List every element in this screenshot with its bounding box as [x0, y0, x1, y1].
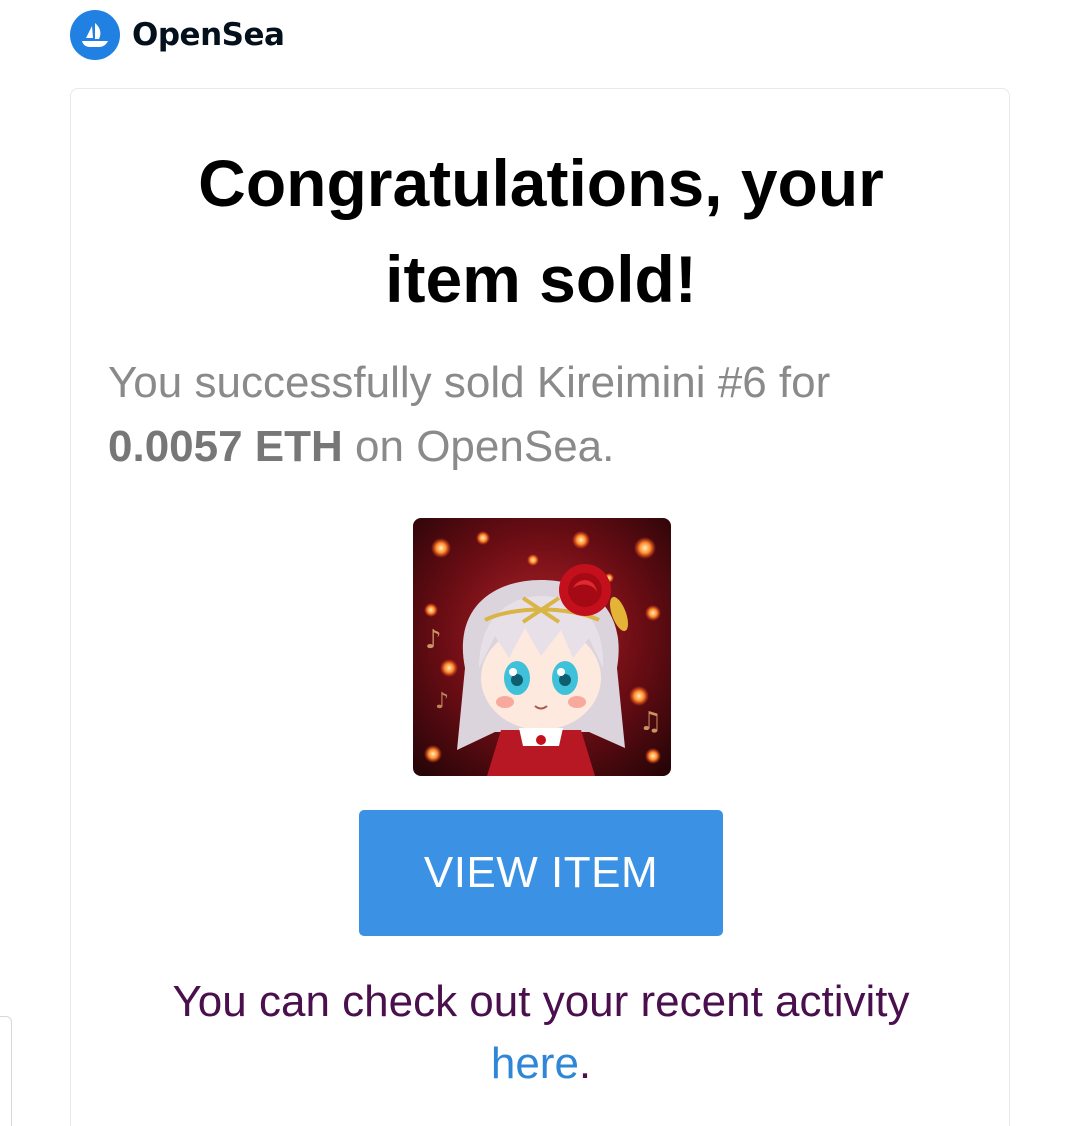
- svg-text:♪: ♪: [425, 625, 442, 655]
- svg-text:♫: ♫: [639, 707, 662, 737]
- activity-message: You can check out your recent activity he…: [71, 971, 1011, 1095]
- activity-here-link[interactable]: here: [491, 1039, 579, 1088]
- svg-text:♪: ♪: [435, 689, 449, 714]
- nft-image[interactable]: ♪ ♫ ♪: [413, 518, 671, 776]
- sale-amount: 0.0057 ETH: [108, 422, 343, 471]
- opensea-logo[interactable]: OpenSea: [70, 10, 285, 60]
- sale-message-suffix: on OpenSea.: [342, 422, 615, 471]
- view-item-button[interactable]: VIEW ITEM: [359, 810, 723, 936]
- sale-message: You successfully sold Kireimini #6 for 0.…: [108, 351, 988, 479]
- brand-name: OpenSea: [132, 17, 285, 53]
- email-page: OpenSea Congratulations, your item sold!…: [0, 0, 1080, 1126]
- headline-line-1: Congratulations, your: [198, 146, 884, 220]
- side-scroll-tab[interactable]: [0, 1016, 12, 1126]
- activity-text: You can check out your recent activity: [172, 977, 910, 1026]
- headline-line-2: item sold!: [385, 242, 697, 316]
- activity-period: .: [578, 1039, 592, 1088]
- headline: Congratulations, your item sold!: [71, 135, 1011, 327]
- sale-message-text: You successfully sold Kireimini #6 for: [108, 358, 831, 407]
- opensea-ship-icon: [70, 10, 120, 60]
- notification-card: Congratulations, your item sold! You suc…: [70, 88, 1010, 1126]
